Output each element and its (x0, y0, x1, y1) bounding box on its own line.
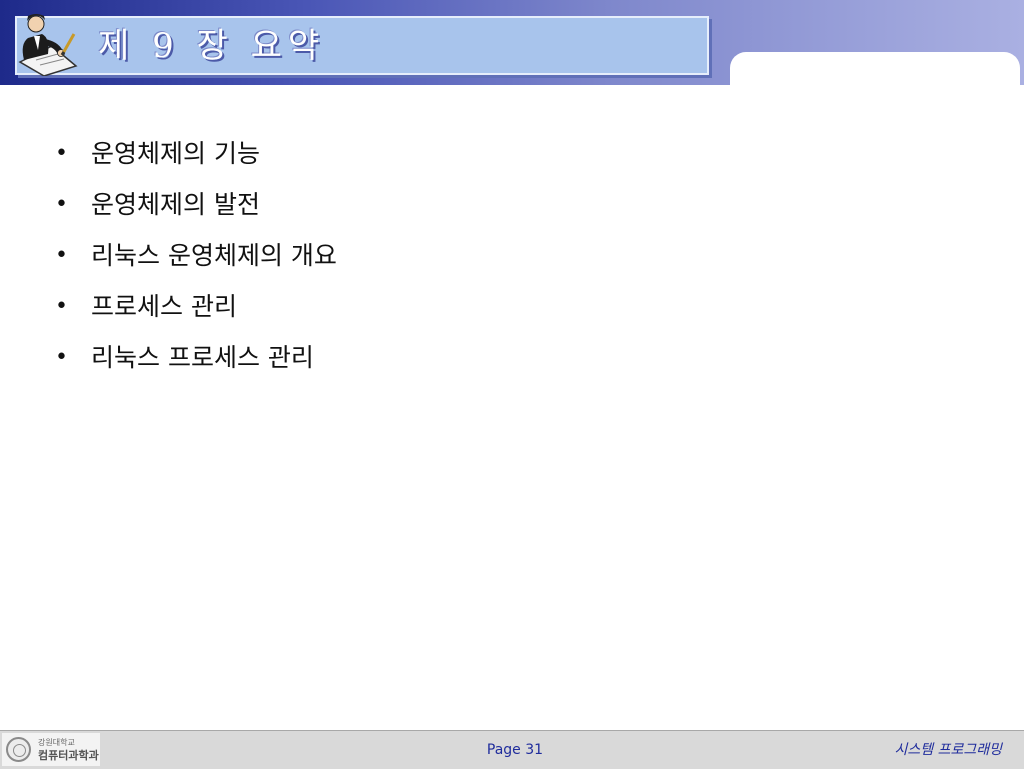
bullet-icon: • (55, 141, 68, 166)
header-tab-decoration (730, 52, 1020, 92)
department-name: 컴퓨터과학과 (38, 749, 99, 762)
page-title: 제 9 장 요약 (98, 26, 326, 66)
list-item-text: 프로세스 관리 (91, 292, 237, 321)
footer-bar: 강원대학교 컴퓨터과학과 Page 31 시스템 프로그래밍 (0, 730, 1024, 769)
course-title: 시스템 프로그래밍 (894, 742, 1003, 758)
list-item-text: 리눅스 운영체제의 개요 (91, 241, 337, 270)
list-item-text: 운영체제의 발전 (91, 190, 260, 219)
writer-at-desk-icon (18, 14, 78, 76)
bullet-icon: • (55, 294, 68, 319)
summary-list: • 운영체제의 기능 • 운영체제의 발전 • 리눅스 운영체제의 개요 • 프… (55, 128, 337, 383)
list-item-text: 리눅스 프로세스 관리 (91, 343, 314, 372)
university-seal-icon (6, 737, 31, 762)
bullet-icon: • (55, 192, 68, 217)
university-name: 강원대학교 (38, 738, 75, 747)
list-item: • 프로세스 관리 (55, 281, 337, 332)
bullet-icon: • (55, 243, 68, 268)
list-item: • 운영체제의 기능 (55, 128, 337, 179)
list-item-text: 운영체제의 기능 (91, 139, 260, 168)
department-logo: 강원대학교 컴퓨터과학과 (2, 733, 100, 766)
list-item: • 운영체제의 발전 (55, 179, 337, 230)
bullet-icon: • (55, 345, 68, 370)
list-item: • 리눅스 프로세스 관리 (55, 332, 337, 383)
page-number: Page 31 (486, 742, 544, 758)
list-item: • 리눅스 운영체제의 개요 (55, 230, 337, 281)
